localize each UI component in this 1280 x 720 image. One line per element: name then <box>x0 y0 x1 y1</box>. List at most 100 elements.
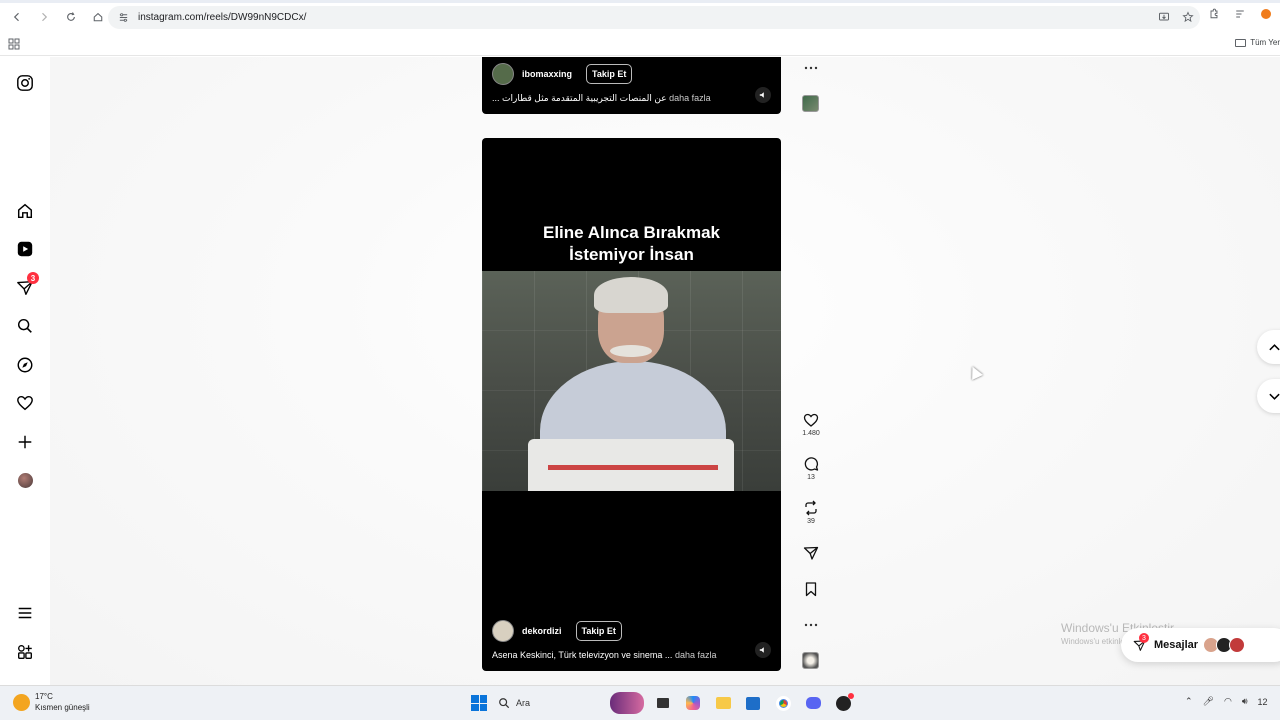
current-reel[interactable]: Eline Alınca Bırakmak İstemiyor İnsan de… <box>482 138 781 671</box>
share-button[interactable] <box>796 545 826 561</box>
weather-widget[interactable]: 17°C Kısmen güneşli <box>13 691 90 713</box>
repost-count: 39 <box>807 518 815 525</box>
address-bar[interactable]: instagram.com/reels/DW99nN9CDCx/ <box>108 6 1200 29</box>
messages-nav-icon[interactable]: 3 <box>15 272 39 298</box>
all-bookmarks-label: Tüm Yer <box>1250 38 1280 47</box>
repost-icon <box>805 500 817 516</box>
discord-icon[interactable] <box>802 692 824 714</box>
follow-button[interactable]: Takip Et <box>586 64 633 84</box>
home-button[interactable] <box>86 5 110 29</box>
reels-nav-icon[interactable] <box>15 239 35 259</box>
profile-avatar-icon[interactable] <box>1258 6 1274 22</box>
clock[interactable]: 12 <box>1258 697 1268 707</box>
chrome-icon[interactable] <box>772 692 794 714</box>
reload-button[interactable] <box>59 5 83 29</box>
folder-icon <box>1235 38 1247 47</box>
bookmarks-bar: Tüm Yer <box>0 34 1280 56</box>
forward-button[interactable] <box>32 5 56 29</box>
reel-headline: Eline Alınca Bırakmak İstemiyor İnsan <box>482 222 781 266</box>
create-plus-icon[interactable] <box>15 432 35 452</box>
more-dots-icon <box>804 66 818 70</box>
avatar <box>1229 637 1246 653</box>
reel-author-row: ibomaxxing Takip Et <box>492 63 633 85</box>
forward-arrow-icon <box>42 12 48 22</box>
previous-reel[interactable]: ibomaxxing Takip Et ‫عن المنصات التجريبي… <box>482 57 781 114</box>
home-icon <box>93 12 103 22</box>
caption-text: ‫عن المنصات التجريبية المتقدمة مثل قطارا… <box>492 93 667 103</box>
search-placeholder: Ara <box>516 698 531 708</box>
caption-more-link[interactable]: daha fazla <box>669 93 711 103</box>
man-hair <box>594 277 668 313</box>
notifications-heart-icon[interactable] <box>15 393 35 413</box>
like-button[interactable]: 1.480 <box>796 412 826 437</box>
notification-badge: 3 <box>27 272 39 284</box>
home-nav-icon[interactable] <box>15 201 35 221</box>
reel-caption[interactable]: Asena Keskinci, Türk televizyon ve sinem… <box>492 650 716 660</box>
author-avatar[interactable] <box>492 620 514 642</box>
site-info-icon[interactable] <box>116 11 130 25</box>
all-bookmarks-button[interactable]: Tüm Yer <box>1235 38 1280 47</box>
back-arrow-icon <box>13 12 19 22</box>
sound-toggle-icon[interactable] <box>755 87 771 103</box>
task-view-icon[interactable] <box>652 692 674 714</box>
store-icon[interactable] <box>742 692 764 714</box>
reel-video[interactable] <box>482 271 781 491</box>
instagram-logo-icon[interactable] <box>15 73 35 93</box>
chevron-down-icon <box>1269 393 1280 400</box>
file-explorer-icon[interactable] <box>712 692 734 714</box>
temperature: 17°C <box>35 692 53 701</box>
taskbar-apps <box>610 692 854 714</box>
install-app-icon[interactable] <box>1156 9 1172 25</box>
wifi-icon[interactable]: ◠ <box>1224 696 1232 707</box>
save-button[interactable] <box>796 581 826 597</box>
volume-icon[interactable]: 🔊︎ <box>1242 696 1248 707</box>
start-button-icon[interactable] <box>471 695 487 711</box>
weather-description: Kısmen güneşli <box>35 703 90 712</box>
copilot-icon[interactable] <box>682 692 704 714</box>
microphone-icon[interactable]: 🎤︎ <box>1203 696 1214 707</box>
sound-toggle-icon[interactable] <box>755 642 771 658</box>
author-username[interactable]: ibomaxxing <box>522 69 572 79</box>
search-highlight-icon[interactable] <box>610 692 644 714</box>
comment-button[interactable]: 13 <box>796 456 826 481</box>
back-button[interactable] <box>5 5 29 29</box>
reel-caption[interactable]: ‫عن المنصات التجريبية المتقدمة مثل قطارا… <box>492 93 711 104</box>
more-menu-icon[interactable] <box>15 603 35 623</box>
also-from-meta-icon[interactable] <box>15 642 35 662</box>
app-notification-icon[interactable] <box>832 692 854 714</box>
like-count: 1.480 <box>802 430 820 437</box>
more-options-button[interactable] <box>796 617 826 633</box>
messages-pill[interactable]: 3 Mesajlar <box>1121 628 1280 662</box>
audio-thumbnail[interactable] <box>802 95 819 112</box>
search-nav-icon[interactable] <box>15 316 35 336</box>
follow-button[interactable]: Takip Et <box>575 621 622 641</box>
url-text[interactable]: instagram.com/reels/DW99nN9CDCx/ <box>138 12 306 23</box>
reload-icon <box>67 12 75 21</box>
caption-text: Asena Keskinci, Türk televizyon ve sinem… <box>492 650 673 660</box>
top-reel-more-button[interactable] <box>796 60 826 76</box>
caption-more-link[interactable]: daha fazla <box>675 650 717 660</box>
system-tray: ⌃ 🎤︎ ◠ 🔊︎ 12 <box>1185 696 1268 707</box>
explore-nav-icon[interactable] <box>15 355 35 375</box>
chevron-up-icon[interactable]: ⌃ <box>1185 696 1193 707</box>
messages-label: Mesajlar <box>1154 639 1199 651</box>
bookmark-star-icon[interactable] <box>1180 9 1196 25</box>
headline-line-1: Eline Alınca Bırakmak <box>542 223 720 242</box>
newspaper <box>528 439 734 491</box>
author-username[interactable]: dekordizi <box>522 626 562 636</box>
author-avatar[interactable] <box>492 63 514 85</box>
man-mustache <box>610 345 652 357</box>
extensions-icon[interactable] <box>1206 6 1222 22</box>
apps-grid-icon[interactable] <box>8 38 20 50</box>
repost-button[interactable]: 39 <box>796 500 826 525</box>
profile-avatar[interactable] <box>15 470 35 490</box>
heart-icon <box>803 413 819 427</box>
instagram-sidebar: 3 <box>0 57 50 685</box>
partly-sunny-icon <box>13 693 30 711</box>
message-avatars <box>1203 637 1246 653</box>
comment-bubble-icon <box>804 457 819 471</box>
taskbar-search[interactable]: Ara <box>498 692 608 714</box>
reading-list-icon[interactable] <box>1232 6 1248 22</box>
audio-thumbnail[interactable] <box>802 652 819 669</box>
browser-actions <box>1206 6 1280 22</box>
